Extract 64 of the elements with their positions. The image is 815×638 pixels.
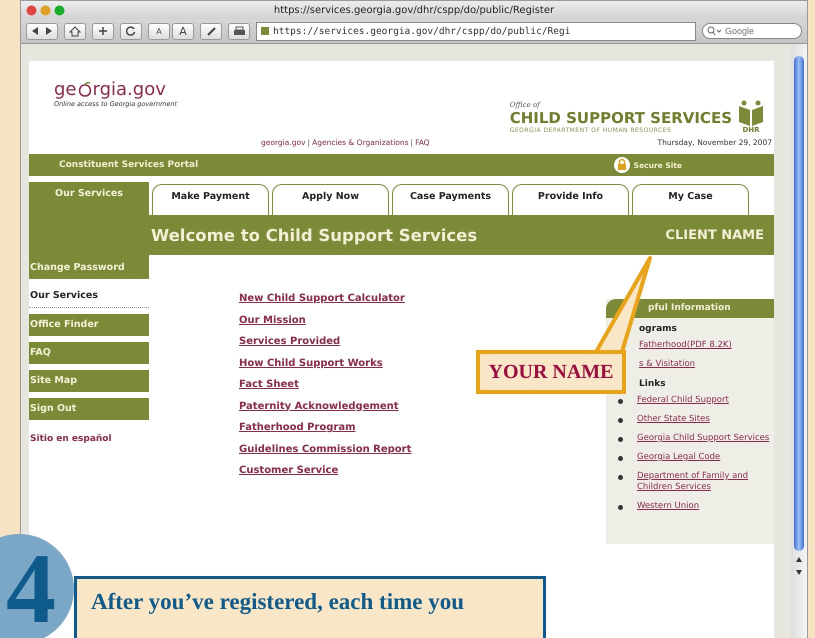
info-link[interactable]: Western Union: [637, 501, 700, 512]
info-link[interactable]: Federal Child Support: [637, 395, 729, 406]
bullet-icon: [618, 399, 623, 404]
info-link[interactable]: Department of Family and Children Services: [637, 471, 770, 493]
home-icon: [69, 26, 81, 36]
window-control-icon[interactable]: [26, 4, 37, 16]
bullet-icon: [618, 475, 623, 480]
georgia-gov-logo[interactable]: ge rgia.gov: [54, 79, 177, 100]
info-link[interactable]: Other State Sites: [637, 414, 710, 425]
client-name: CLIENT NAME: [665, 228, 764, 242]
scrollbar[interactable]: [791, 44, 807, 638]
service-link[interactable]: Fatherhood Program: [239, 417, 412, 438]
nav-tab[interactable]: Case Payments: [392, 184, 509, 215]
search-field[interactable]: Google: [702, 23, 802, 39]
text-size-button[interactable]: A: [148, 22, 170, 40]
panel-heading: Links: [638, 379, 667, 390]
pencil-icon: [206, 26, 216, 36]
printer-icon: [232, 26, 246, 36]
info-link[interactable]: Georgia Child Support Services: [637, 433, 770, 444]
bullet-icon: [618, 456, 623, 461]
reload-icon: [126, 26, 136, 36]
edit-button[interactable]: [200, 22, 222, 40]
site-icon: [260, 26, 270, 36]
nav-tab[interactable]: Provide Info: [512, 184, 629, 215]
text-size-button[interactable]: A: [172, 22, 194, 40]
service-link[interactable]: Customer Service: [239, 460, 412, 482]
address-field[interactable]: https://services.georgia.gov/dhr/cspp/do/public/Regi: [256, 22, 696, 40]
bullet-icon: [618, 437, 623, 442]
service-link[interactable]: Our Mission: [239, 310, 412, 331]
service-link[interactable]: How Child Support Works: [239, 352, 412, 374]
reload-button[interactable]: [120, 22, 142, 40]
nav-tab[interactable]: Apply Now: [272, 184, 389, 215]
lock-icon: [614, 157, 630, 173]
window-title: https://services.georgia.gov/dhr/cspp/do/public/Register: [272, 4, 556, 16]
service-link[interactable]: Paternity Acknowledgement: [239, 396, 412, 417]
panel-heading: ograms: [638, 324, 678, 335]
service-link[interactable]: Guidelines Commission Report: [239, 438, 412, 460]
search-icon: [707, 26, 721, 36]
scroll-thumb[interactable]: [794, 56, 804, 551]
portal-title: Constituent Services Portal: [59, 160, 198, 170]
bullet-icon: [618, 418, 623, 423]
info-link[interactable]: Georgia Legal Code: [637, 452, 720, 463]
plus-icon: [98, 26, 108, 36]
service-link[interactable]: Services Provided: [239, 331, 412, 352]
nav-tab[interactable]: Make Payment: [152, 184, 269, 215]
callout-label: YOUR NAME: [476, 350, 626, 394]
step-caption: After you’ve registered, each time you: [74, 576, 546, 638]
welcome-title: Welcome to Child Support Services: [151, 226, 478, 244]
bullet-icon: [618, 505, 623, 510]
home-button[interactable]: [64, 22, 86, 40]
add-bookmark-button[interactable]: [92, 22, 114, 40]
info-link[interactable]: s & Visitation: [639, 359, 696, 370]
service-link[interactable]: New Child Support Calculator: [239, 288, 412, 310]
print-button[interactable]: [228, 22, 250, 40]
side-nav-link[interactable]: Sitio en español: [29, 426, 149, 444]
info-link[interactable]: Fatherhood(PDF 8.2K): [639, 340, 732, 351]
back-forward-button[interactable]: [26, 22, 58, 40]
service-link[interactable]: Fact Sheet: [239, 374, 412, 396]
agency-title: CHILD SUPPORT SERVICES: [510, 109, 732, 127]
scroll-arrows-icon[interactable]: [794, 555, 804, 577]
nav-tab[interactable]: My Case: [632, 184, 749, 215]
agency-logo-icon: [736, 100, 766, 126]
peach-icon: [78, 82, 92, 97]
arrows-icon: [30, 26, 54, 36]
